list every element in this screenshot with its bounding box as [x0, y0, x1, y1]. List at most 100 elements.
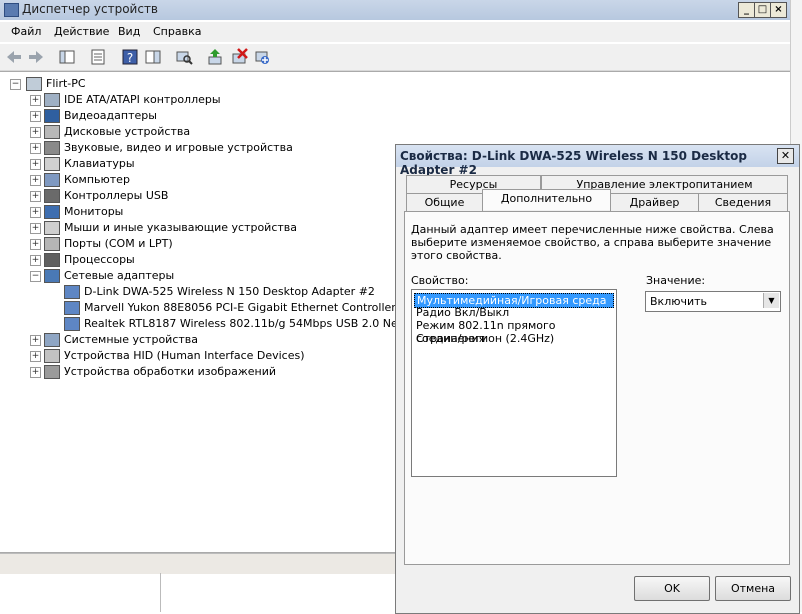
- device-icon: [44, 237, 60, 251]
- tree-category[interactable]: + IDE ATA/ATAPI контроллеры: [30, 92, 790, 108]
- tab-details[interactable]: Сведения: [698, 193, 788, 211]
- expand-icon[interactable]: +: [30, 223, 41, 234]
- dialog-close-button[interactable]: ✕: [777, 148, 794, 164]
- help-icon[interactable]: ?: [121, 48, 139, 66]
- device-icon: [44, 205, 60, 219]
- property-list-item[interactable]: Страна/регион (2.4GHz): [414, 332, 556, 345]
- cancel-button[interactable]: Отмена: [715, 576, 791, 601]
- tree-item-label: Видеоадаптеры: [64, 109, 157, 122]
- close-button[interactable]: ×: [770, 2, 787, 18]
- device-manager-icon: [4, 3, 19, 17]
- tab-driver[interactable]: Драйвер: [610, 193, 699, 211]
- device-icon: [44, 93, 60, 107]
- expand-icon[interactable]: +: [30, 95, 41, 106]
- device-icon: [64, 285, 80, 299]
- expand-icon[interactable]: +: [30, 255, 41, 266]
- tree-item-label: Marvell Yukon 88E8056 PCI-E Gigabit Ethe…: [84, 301, 396, 314]
- tree-item-label: Устройства HID (Human Interface Devices): [64, 349, 305, 362]
- toolbar: ?: [0, 44, 790, 71]
- expand-icon[interactable]: +: [30, 367, 41, 378]
- device-icon: [44, 173, 60, 187]
- expand-icon[interactable]: +: [30, 127, 41, 138]
- back-icon[interactable]: [5, 48, 23, 66]
- tree-item-label: D-Link DWA-525 Wireless N 150 Desktop Ad…: [84, 285, 375, 298]
- menu-bar: Файл Действие Вид Справка: [0, 22, 790, 42]
- tab-advanced[interactable]: Дополнительно: [482, 189, 611, 210]
- tree-item-label: Порты (COM и LPT): [64, 237, 173, 250]
- disable-icon[interactable]: [253, 48, 271, 66]
- action-pane-icon[interactable]: [144, 48, 162, 66]
- window-title: Диспетчер устройств: [22, 2, 159, 16]
- device-icon: [44, 109, 60, 123]
- device-icon: [44, 333, 60, 347]
- expand-icon[interactable]: +: [30, 191, 41, 202]
- expand-icon[interactable]: +: [30, 143, 41, 154]
- dialog-title: Свойства: D-Link DWA-525 Wireless N 150 …: [400, 149, 747, 177]
- menu-view[interactable]: Вид: [118, 25, 140, 38]
- update-driver-icon[interactable]: [206, 48, 224, 66]
- property-list-item[interactable]: Радио Вкл/Выкл: [414, 306, 511, 319]
- device-icon: [44, 269, 60, 283]
- maximize-button[interactable]: □: [754, 2, 771, 18]
- status-divider: [160, 573, 161, 612]
- chevron-down-icon[interactable]: ▼: [763, 293, 779, 308]
- svg-text:?: ?: [127, 51, 133, 65]
- minimize-button[interactable]: _: [738, 2, 755, 18]
- value-select[interactable]: Включить ▼: [645, 291, 781, 312]
- tree-root-label: Flirt-PC: [46, 77, 86, 90]
- menu-file[interactable]: Файл: [11, 25, 41, 38]
- tree-item-label: Контроллеры USB: [64, 189, 169, 202]
- tree-item-label: IDE ATA/ATAPI контроллеры: [64, 93, 221, 106]
- tree-item-label: Клавиатуры: [64, 157, 135, 170]
- tree-item-label: Устройства обработки изображений: [64, 365, 277, 378]
- expand-icon[interactable]: +: [30, 351, 41, 362]
- property-list-item[interactable]: Режим 802.11n прямого соединения: [414, 319, 616, 345]
- property-label: Свойство:: [411, 274, 469, 287]
- tree-category[interactable]: + Видеоадаптеры: [30, 108, 790, 124]
- expand-icon[interactable]: +: [30, 159, 41, 170]
- computer-icon: [26, 77, 42, 91]
- show-hide-tree-icon[interactable]: [58, 48, 76, 66]
- description-text: Данный адаптер имеет перечисленные ниже …: [411, 223, 774, 262]
- dialog-titlebar: Свойства: D-Link DWA-525 Wireless N 150 …: [396, 145, 799, 177]
- device-icon: [44, 221, 60, 235]
- tree-item-label: Системные устройства: [64, 333, 198, 346]
- expand-icon[interactable]: +: [30, 335, 41, 346]
- expand-icon[interactable]: +: [30, 207, 41, 218]
- menu-help[interactable]: Справка: [153, 25, 201, 38]
- device-icon: [64, 301, 80, 315]
- scan-hardware-icon[interactable]: [175, 48, 193, 66]
- tab-general[interactable]: Общие: [406, 193, 483, 211]
- value-select-text: Включить: [650, 295, 708, 308]
- collapse-icon[interactable]: −: [10, 79, 21, 90]
- tree-root[interactable]: − Flirt-PC: [10, 76, 210, 92]
- device-icon: [44, 157, 60, 171]
- device-icon: [44, 189, 60, 203]
- menu-action[interactable]: Действие: [54, 25, 109, 38]
- device-icon: [44, 125, 60, 139]
- tree-item-label: Мыши и иные указывающие устройства: [64, 221, 298, 234]
- device-icon: [64, 317, 80, 331]
- device-icon: [44, 253, 60, 267]
- device-icon: [44, 365, 60, 379]
- tree-item-label: Компьютер: [64, 173, 130, 186]
- expand-icon[interactable]: +: [30, 111, 41, 122]
- collapse-icon[interactable]: −: [30, 271, 41, 282]
- property-list[interactable]: Мультимедийная/Игровая среда Радио Вкл/Вы…: [411, 289, 617, 477]
- ok-button[interactable]: OK: [634, 576, 710, 601]
- tree-category[interactable]: + Дисковые устройства: [30, 124, 790, 140]
- tree-item-label: Звуковые, видео и игровые устройства: [64, 141, 293, 154]
- properties-icon[interactable]: [89, 48, 107, 66]
- tree-item-label: Realtek RTL8187 Wireless 802.11b/g 54Mbp…: [84, 317, 440, 330]
- tree-item-label: Дисковые устройства: [64, 125, 191, 138]
- value-label: Значение:: [646, 274, 706, 287]
- tree-item-label: Мониторы: [64, 205, 124, 218]
- expand-icon[interactable]: +: [30, 239, 41, 250]
- tree-item-label: Процессоры: [64, 253, 135, 266]
- expand-icon[interactable]: +: [30, 175, 41, 186]
- uninstall-icon[interactable]: [230, 48, 248, 66]
- device-manager-titlebar: Диспетчер устройств _ □ ×: [0, 0, 790, 20]
- device-icon: [44, 141, 60, 155]
- forward-icon[interactable]: [27, 48, 45, 66]
- tree-item-label: Сетевые адаптеры: [64, 269, 175, 282]
